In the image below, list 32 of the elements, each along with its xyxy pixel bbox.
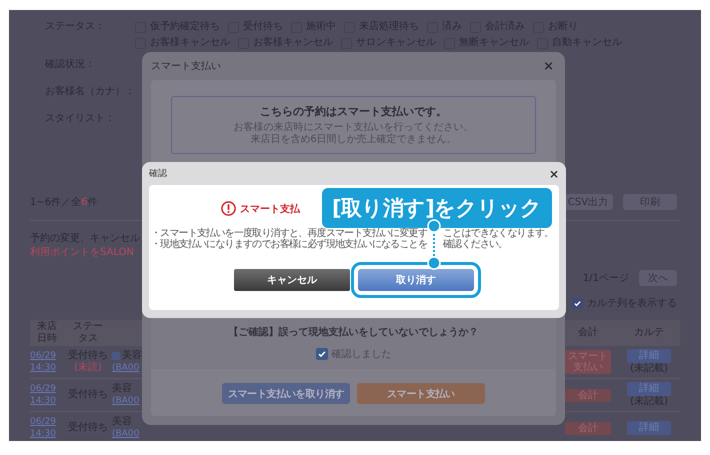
customer-id-link[interactable]: (BA00: [112, 395, 140, 407]
warning-text: ことはできなくなります。: [443, 228, 554, 239]
close-button[interactable]: ×: [548, 166, 559, 180]
cancel-button[interactable]: キャンセル: [234, 269, 350, 291]
customer-id-link[interactable]: (BA00: [112, 362, 140, 374]
checkbox[interactable]: [572, 298, 583, 308]
time-link[interactable]: 14:30: [30, 362, 56, 374]
warning-text: ・現地支払いになりますのでお客様に必ず現地支払いになることを: [151, 239, 428, 250]
warning-text: ・スマート支払いを一度取り消すと、再度スマート支払いに変更す: [151, 228, 428, 239]
notice-heading: こちらの予約はスマート支払いです。: [260, 104, 447, 119]
status-note: (未読): [74, 362, 102, 374]
date-link[interactable]: 06/29: [30, 383, 56, 395]
confirm-cancel-button[interactable]: 取り消す: [358, 269, 474, 291]
warning-icon: [221, 201, 236, 216]
warning-heading: スマート支払: [240, 202, 300, 216]
info-icon: [112, 352, 120, 360]
modal-title: スマート支払い: [151, 60, 221, 73]
customer-id-link[interactable]: (BA00: [112, 428, 140, 440]
checkbox[interactable]: [316, 348, 328, 360]
warning-text: 確認ください。: [443, 239, 508, 250]
callout-label: [取り消す]をクリック: [322, 188, 552, 228]
dialog-title: 確認: [149, 168, 167, 180]
cancel-smart-pay-button[interactable]: スマート支払いを取り消す: [222, 383, 350, 404]
notice-text: 利用ポイントをSALON: [30, 246, 134, 260]
time-link[interactable]: 14:30: [30, 395, 56, 407]
close-button[interactable]: ×: [543, 58, 554, 74]
confirm-question: 【ご確認】誤って現地支払いをしていないでしょうか？: [228, 326, 478, 339]
date-link[interactable]: 06/29: [30, 416, 56, 428]
smart-pay-button[interactable]: スマート支払い: [357, 383, 485, 404]
time-link[interactable]: 14:30: [30, 428, 56, 440]
leader-line: [426, 218, 442, 272]
date-link[interactable]: 06/29: [30, 350, 56, 362]
